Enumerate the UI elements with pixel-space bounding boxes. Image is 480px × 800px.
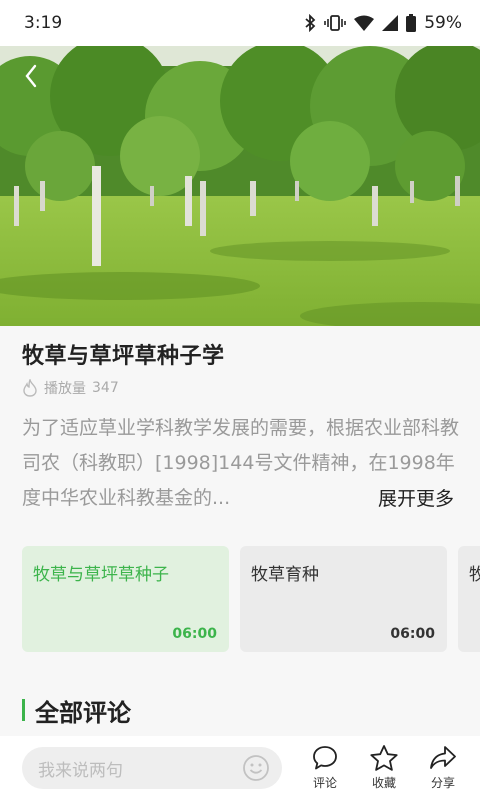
share-button[interactable]: 分享 — [423, 744, 463, 791]
orchard-image — [0, 46, 480, 326]
comment-label: 评论 — [312, 776, 337, 790]
section-accent-bar — [22, 699, 25, 721]
status-bar: 3:19 59% — [0, 0, 480, 46]
status-icons: 59% — [304, 13, 462, 33]
play-count-value: 347 — [92, 380, 119, 396]
episode-list: 牧草与草坪草种子 06:00 牧草育种 06:00 牧 — [22, 546, 480, 652]
signal-icon — [382, 15, 399, 31]
episode-duration: 06:00 — [390, 626, 435, 642]
video-title: 牧草与草坪草种子学 — [22, 344, 225, 369]
episode-duration: 06:00 — [172, 626, 217, 642]
emoji-icon[interactable] — [242, 754, 270, 782]
battery-level: 59% — [424, 13, 462, 33]
episode-title: 牧草与草坪草种子 — [33, 565, 169, 585]
episode-title: 牧草育种 — [251, 565, 319, 585]
comment-icon — [313, 746, 337, 770]
share-label: 分享 — [430, 776, 455, 790]
episode-card[interactable]: 牧草与草坪草种子 06:00 — [22, 546, 229, 652]
vibrate-icon — [324, 15, 347, 31]
wifi-icon — [354, 15, 375, 31]
favorite-button[interactable]: 收藏 — [364, 744, 404, 791]
episode-card[interactable]: 牧 — [458, 546, 480, 652]
chevron-left-icon — [25, 64, 37, 88]
bluetooth-icon — [305, 14, 316, 32]
comments-title: 全部评论 — [35, 698, 131, 727]
comment-input-placeholder: 我来说两句 — [38, 760, 123, 781]
play-count: 播放量 347 — [22, 377, 119, 399]
back-button[interactable] — [16, 58, 46, 94]
battery-icon — [406, 14, 417, 32]
favorite-label: 收藏 — [371, 776, 396, 790]
status-time: 3:19 — [24, 13, 63, 33]
comment-button[interactable]: 评论 — [305, 744, 345, 791]
episode-card[interactable]: 牧草育种 06:00 — [240, 546, 447, 652]
bottom-bar: 我来说两句 评论 收藏 分享 — [0, 736, 480, 800]
play-count-label: 播放量 — [44, 381, 86, 397]
comment-input[interactable]: 我来说两句 — [22, 747, 282, 789]
share-icon — [430, 746, 456, 769]
video-cover[interactable] — [0, 46, 480, 326]
comments-header: 全部评论 — [22, 693, 131, 727]
flame-icon — [23, 379, 37, 397]
star-icon — [370, 745, 398, 771]
episode-title: 牧 — [469, 565, 480, 585]
expand-more-button[interactable]: 展开更多 — [372, 484, 455, 511]
